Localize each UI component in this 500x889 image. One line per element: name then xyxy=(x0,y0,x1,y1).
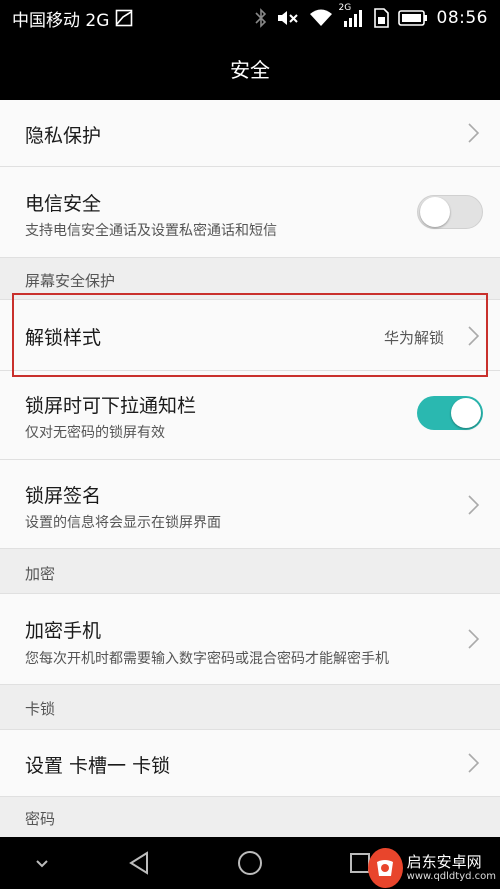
telecom-security-toggle[interactable] xyxy=(417,195,483,229)
privacy-protection-item[interactable]: 隐私保护 xyxy=(0,100,500,167)
section-title-screen-security: 屏幕安全保护 xyxy=(25,272,116,290)
section-header-screen-security: 屏幕安全保护 xyxy=(0,258,500,300)
signal-icon: 2G xyxy=(339,3,364,29)
watermark: 启东安卓网 www.qdldtyd.com xyxy=(368,848,496,888)
watermark-logo-icon xyxy=(368,848,403,888)
bluetooth-icon xyxy=(254,7,267,29)
home-icon xyxy=(238,851,262,875)
chevron-right-icon xyxy=(468,326,480,346)
lockscreen-pulldown-label: 锁屏时可下拉通知栏 xyxy=(25,395,197,417)
section-header-encryption: 加密 xyxy=(0,549,500,594)
title-bar: 安全 xyxy=(0,36,500,100)
lockscreen-pulldown-item[interactable]: 锁屏时可下拉通知栏 仅对无密码的锁屏有效 xyxy=(0,371,500,460)
telecom-security-label: 电信安全 xyxy=(25,193,102,215)
chevron-right-icon xyxy=(468,629,480,649)
page-title: 安全 xyxy=(230,57,270,82)
lockscreen-pulldown-toggle[interactable] xyxy=(417,396,483,430)
lockscreen-signature-item[interactable]: 锁屏签名 设置的信息将会显示在锁屏界面 xyxy=(0,460,500,549)
lockscreen-signature-description: 设置的信息将会显示在锁屏界面 xyxy=(25,515,221,531)
back-icon xyxy=(129,851,148,875)
wifi-icon xyxy=(309,7,333,29)
chevron-down-icon xyxy=(36,860,48,868)
chevron-right-icon xyxy=(468,753,480,773)
telecom-security-item[interactable]: 电信安全 支持电信安全通话及设置私密通话和短信 xyxy=(0,167,500,258)
toggle-knob xyxy=(451,398,481,428)
back-button[interactable] xyxy=(110,837,170,889)
battery-icon xyxy=(397,7,428,29)
unlock-style-item[interactable]: 解锁样式 华为解锁 xyxy=(0,300,500,371)
telecom-security-description: 支持电信安全通话及设置私密通话和短信 xyxy=(25,223,277,239)
lockscreen-pulldown-description: 仅对无密码的锁屏有效 xyxy=(25,425,165,441)
encrypt-phone-description: 您每次开机时都需要输入数字密码或混合密码才能解密手机 xyxy=(25,651,389,667)
unlock-style-label: 解锁样式 xyxy=(25,327,102,349)
sim-card-lock-label: 设置 卡槽一 卡锁 xyxy=(25,755,171,777)
home-button[interactable] xyxy=(220,837,280,889)
encrypt-phone-label: 加密手机 xyxy=(25,620,102,642)
chevron-right-icon xyxy=(468,123,480,143)
privacy-protection-label: 隐私保护 xyxy=(25,125,102,147)
unlock-style-value: 华为解锁 xyxy=(383,329,444,347)
network-badge: 2G xyxy=(338,3,352,13)
settings-list: 隐私保护 电信安全 支持电信安全通话及设置私密通话和短信 屏幕安全保护 解锁样式… xyxy=(0,100,500,837)
sim-card-lock-item[interactable]: 设置 卡槽一 卡锁 xyxy=(0,730,500,797)
hide-nav-button[interactable] xyxy=(12,837,72,889)
sim-icon xyxy=(373,7,389,29)
status-bar: 中国移动 2G 2G 08:56 xyxy=(0,0,500,36)
watermark-url: www.qdldtyd.com xyxy=(406,871,496,882)
clock: 08:56 xyxy=(436,8,488,28)
toggle-knob xyxy=(420,197,450,227)
chevron-right-icon xyxy=(468,495,480,515)
section-header-password: 密码 xyxy=(0,797,500,837)
section-title-encryption: 加密 xyxy=(25,565,56,583)
mute-icon xyxy=(276,7,300,29)
lockscreen-signature-label: 锁屏签名 xyxy=(25,485,102,507)
watermark-brand: 启东安卓网 xyxy=(406,853,482,871)
carrier-label: 中国移动 2G xyxy=(12,10,110,31)
encrypt-phone-item[interactable]: 加密手机 您每次开机时都需要输入数字密码或混合密码才能解密手机 xyxy=(0,594,500,685)
section-title-password: 密码 xyxy=(25,810,56,828)
section-header-card-lock: 卡锁 xyxy=(0,685,500,730)
section-title-card-lock: 卡锁 xyxy=(25,700,56,718)
image-icon xyxy=(115,7,133,29)
